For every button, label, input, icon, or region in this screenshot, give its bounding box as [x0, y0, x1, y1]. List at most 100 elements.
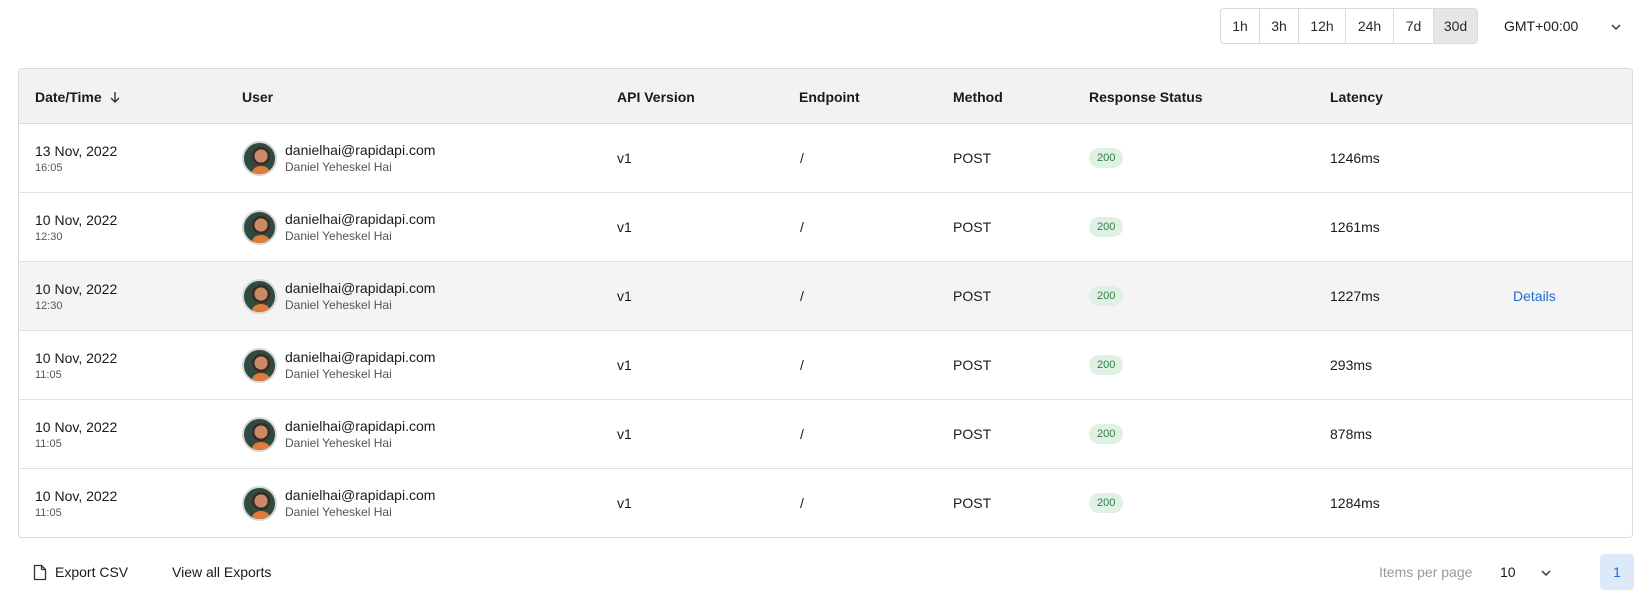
range-1h-button[interactable]: 1h [1221, 9, 1260, 43]
user-cell: danielhai@rapidapi.com Daniel Yeheskel H… [242, 193, 435, 261]
table-row[interactable]: 10 Nov, 2022 12:30 danielhai@rapidapi.co… [19, 262, 1632, 331]
status-cell: 200 [1089, 124, 1124, 192]
row-date: 13 Nov, 2022 [35, 142, 118, 159]
range-3h-button[interactable]: 3h [1260, 9, 1299, 43]
items-per-page-label: Items per page [1379, 564, 1473, 580]
column-header-endpoint: Endpoint [799, 88, 860, 105]
range-12h-button[interactable]: 12h [1299, 9, 1346, 43]
endpoint-cell: / [800, 219, 804, 235]
user-name: Daniel Yeheskel Hai [285, 505, 392, 519]
row-time: 16:05 [35, 161, 63, 174]
column-header-method: Method [953, 88, 1003, 105]
column-header-datetime-label: Date/Time [35, 88, 102, 105]
api-version-cell: v1 [617, 219, 632, 235]
endpoint-cell: / [800, 495, 804, 511]
time-range-selector: 1h 3h 12h 24h 7d 30d [1220, 8, 1478, 44]
status-badge: 200 [1089, 424, 1124, 444]
datetime-cell: 10 Nov, 2022 11:05 [35, 331, 117, 399]
column-header-datetime[interactable]: Date/Time [35, 69, 122, 124]
user-email: danielhai@rapidapi.com [285, 418, 436, 434]
status-cell: 200 [1089, 262, 1124, 330]
file-icon [33, 564, 47, 581]
export-csv-button[interactable]: Export CSV [33, 556, 128, 588]
row-time: 12:30 [35, 230, 63, 243]
latency-cell: 293ms [1330, 357, 1373, 373]
user-email: danielhai@rapidapi.com [285, 142, 436, 158]
row-date: 10 Nov, 2022 [35, 280, 118, 297]
user-name: Daniel Yeheskel Hai [285, 436, 392, 450]
user-name: Daniel Yeheskel Hai [285, 367, 392, 381]
method-cell: POST [953, 495, 992, 511]
column-header-user: User [242, 88, 274, 105]
page-1-button[interactable]: 1 [1600, 554, 1634, 590]
table-row[interactable]: 10 Nov, 2022 11:05 danielhai@rapidapi.co… [19, 400, 1632, 469]
api-version-cell: v1 [617, 495, 632, 511]
column-header-response-status: Response Status [1089, 88, 1203, 105]
user-email: danielhai@rapidapi.com [285, 487, 436, 503]
user-cell: danielhai@rapidapi.com Daniel Yeheskel H… [242, 400, 435, 468]
details-link[interactable]: Details [1513, 288, 1556, 304]
row-time: 12:30 [35, 299, 63, 312]
user-email: danielhai@rapidapi.com [285, 349, 436, 365]
user-email: danielhai@rapidapi.com [285, 280, 436, 296]
user-cell: danielhai@rapidapi.com Daniel Yeheskel H… [242, 469, 435, 537]
table-row[interactable]: 10 Nov, 2022 11:05 danielhai@rapidapi.co… [19, 469, 1632, 537]
api-version-cell: v1 [617, 357, 632, 373]
column-header-latency: Latency [1330, 88, 1383, 105]
latency-cell: 1261ms [1330, 219, 1380, 235]
avatar [242, 278, 277, 314]
method-cell: POST [953, 150, 992, 166]
items-per-page-select[interactable]: 10 [1500, 556, 1560, 588]
timezone-value: GMT+00:00 [1504, 18, 1579, 34]
avatar [242, 485, 277, 521]
status-badge: 200 [1089, 286, 1124, 306]
status-badge: 200 [1089, 355, 1124, 375]
status-cell: 200 [1089, 193, 1124, 261]
timezone-select[interactable]: GMT+00:00 [1504, 8, 1632, 44]
table-header: Date/Time User API Version Endpoint Meth… [19, 69, 1632, 124]
sort-descending-icon[interactable] [108, 90, 122, 104]
row-date: 10 Nov, 2022 [35, 487, 118, 504]
datetime-cell: 10 Nov, 2022 11:05 [35, 400, 117, 468]
user-name: Daniel Yeheskel Hai [285, 229, 392, 243]
endpoint-cell: / [800, 150, 804, 166]
status-badge: 200 [1089, 217, 1124, 237]
avatar [242, 140, 277, 176]
status-badge: 200 [1089, 148, 1124, 168]
datetime-cell: 10 Nov, 2022 11:05 [35, 469, 117, 537]
row-date: 10 Nov, 2022 [35, 349, 118, 366]
status-cell: 200 [1089, 400, 1124, 468]
latency-cell: 1227ms [1330, 288, 1380, 304]
logs-table: Date/Time User API Version Endpoint Meth… [18, 68, 1633, 538]
endpoint-cell: / [800, 426, 804, 442]
avatar [242, 209, 277, 245]
endpoint-cell: / [800, 288, 804, 304]
avatar [242, 416, 277, 452]
row-date: 10 Nov, 2022 [35, 418, 118, 435]
datetime-cell: 10 Nov, 2022 12:30 [35, 262, 117, 330]
row-time: 11:05 [35, 437, 62, 450]
status-badge: 200 [1089, 493, 1124, 513]
table-row[interactable]: 10 Nov, 2022 12:30 danielhai@rapidapi.co… [19, 193, 1632, 262]
datetime-cell: 10 Nov, 2022 12:30 [35, 193, 117, 261]
endpoint-cell: / [800, 357, 804, 373]
range-30d-button[interactable]: 30d [1434, 9, 1477, 43]
details-cell: Details [1513, 262, 1556, 330]
view-all-exports-button[interactable]: View all Exports [172, 556, 271, 588]
items-per-page-value: 10 [1500, 564, 1516, 580]
user-cell: danielhai@rapidapi.com Daniel Yeheskel H… [242, 124, 435, 192]
method-cell: POST [953, 219, 992, 235]
chevron-down-icon [1610, 20, 1622, 36]
user-cell: danielhai@rapidapi.com Daniel Yeheskel H… [242, 331, 435, 399]
api-version-cell: v1 [617, 288, 632, 304]
range-7d-button[interactable]: 7d [1394, 9, 1434, 43]
api-version-cell: v1 [617, 150, 632, 166]
datetime-cell: 13 Nov, 2022 16:05 [35, 124, 117, 192]
avatar [242, 347, 277, 383]
table-row[interactable]: 13 Nov, 2022 16:05 danielhai@rapidapi.co… [19, 124, 1632, 193]
range-24h-button[interactable]: 24h [1346, 9, 1394, 43]
user-name: Daniel Yeheskel Hai [285, 160, 392, 174]
user-name: Daniel Yeheskel Hai [285, 298, 392, 312]
method-cell: POST [953, 288, 992, 304]
table-row[interactable]: 10 Nov, 2022 11:05 danielhai@rapidapi.co… [19, 331, 1632, 400]
